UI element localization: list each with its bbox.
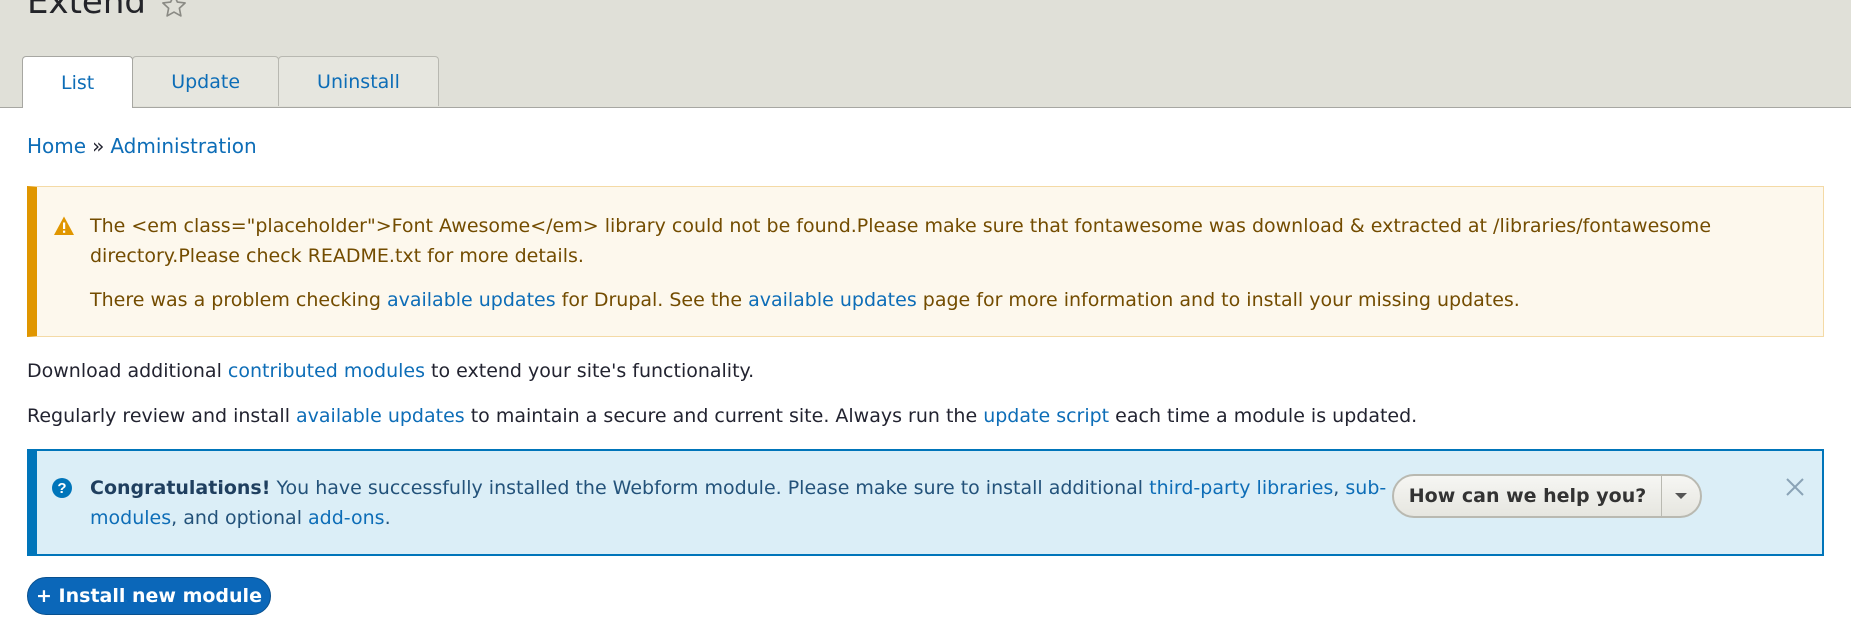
status-text-segment: .	[384, 507, 391, 529]
tabs: List Update Uninstall	[22, 56, 439, 108]
install-new-module-button[interactable]: + Install new module	[27, 577, 271, 615]
status-text-segment: You have successfully installed the Webf…	[270, 477, 1150, 499]
warning-message: The <em class="placeholder">Font Awesome…	[27, 186, 1824, 337]
breadcrumb: Home » Administration	[27, 134, 257, 158]
text-segment: to extend your site's functionality.	[425, 360, 755, 382]
help-dropdown-button[interactable]: How can we help you?	[1392, 474, 1702, 518]
star-icon[interactable]	[160, 0, 188, 17]
page-title: Extend	[27, 0, 146, 22]
breadcrumb-home[interactable]: Home	[27, 134, 86, 158]
updates-paragraph: Regularly review and install available u…	[27, 405, 1417, 427]
breadcrumb-separator: »	[92, 134, 105, 158]
third-party-libraries-link[interactable]: third-party libraries	[1149, 477, 1333, 499]
add-ons-link[interactable]: add-ons	[308, 507, 385, 529]
warning-text: The <em class="placeholder">Font Awesome…	[90, 211, 1790, 329]
available-updates-link-2[interactable]: available updates	[296, 405, 465, 427]
warning-text-segment: for Drupal. See the	[555, 289, 749, 311]
status-text-segment: , and optional	[171, 507, 309, 529]
status-strong: Congratulations!	[90, 477, 271, 499]
close-icon[interactable]	[1784, 476, 1806, 498]
text-segment: to maintain a secure and current site. A…	[464, 405, 984, 427]
breadcrumb-administration[interactable]: Administration	[110, 134, 256, 158]
contrib-paragraph: Download additional contributed modules …	[27, 360, 754, 382]
warning-line-1: The <em class="placeholder">Font Awesome…	[90, 215, 1712, 267]
status-text-segment: ,	[1333, 477, 1346, 499]
available-updates-link[interactable]: available updates	[387, 289, 556, 311]
page-header: Extend List Update Uninstall	[0, 0, 1851, 108]
help-icon: ?	[51, 477, 73, 499]
tab-list[interactable]: List	[22, 56, 134, 108]
svg-text:?: ?	[57, 480, 66, 497]
status-text: Congratulations! You have successfully i…	[90, 473, 1430, 533]
update-script-link[interactable]: update script	[983, 405, 1109, 427]
tab-uninstall[interactable]: Uninstall	[278, 56, 439, 106]
status-message: ? Congratulations! You have successfully…	[27, 449, 1824, 556]
page-title-row: Extend	[27, 0, 188, 22]
warning-text-segment: There was a problem checking	[90, 289, 387, 311]
text-segment: Regularly review and install	[27, 405, 297, 427]
warning-icon	[53, 215, 75, 237]
available-updates-page-link[interactable]: available updates	[748, 289, 917, 311]
warning-text-segment: page for more information and to install…	[916, 289, 1520, 311]
warning-line-2: There was a problem checking available u…	[90, 285, 1790, 315]
help-button-label[interactable]: How can we help you?	[1394, 476, 1662, 516]
text-segment: Download additional	[27, 360, 228, 382]
chevron-down-icon[interactable]	[1662, 491, 1700, 501]
contributed-modules-link[interactable]: contributed modules	[228, 360, 425, 382]
text-segment: each time a module is updated.	[1109, 405, 1418, 427]
tab-update[interactable]: Update	[132, 56, 280, 106]
